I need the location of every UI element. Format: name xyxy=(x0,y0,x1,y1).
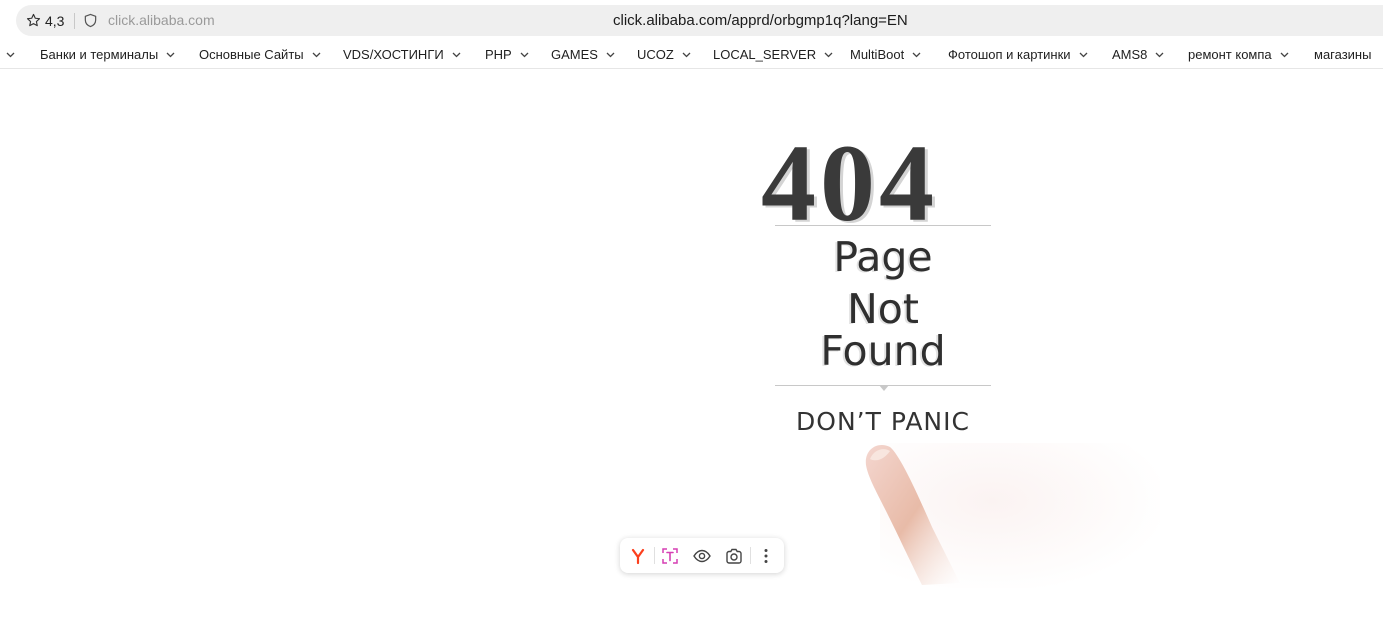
screenshot-icon[interactable] xyxy=(724,546,744,566)
bookmark-label: GAMES xyxy=(551,47,598,62)
chevron-down-icon xyxy=(452,52,461,57)
chevron-down-icon xyxy=(912,52,921,57)
bookmark-folder[interactable]: Фотошоп и картинки xyxy=(948,41,1088,68)
site-rating[interactable]: 4,3 xyxy=(26,5,64,36)
chevron-down-icon xyxy=(1280,52,1289,57)
shield-icon[interactable] xyxy=(83,13,98,28)
error-title-line-3: Found xyxy=(820,327,946,375)
rating-value: 4,3 xyxy=(45,12,65,29)
bookmark-folder[interactable]: магазины xyxy=(1314,41,1371,68)
chevron-down-icon xyxy=(682,52,691,57)
bookmark-label: LOCAL_SERVER xyxy=(713,47,817,62)
star-icon xyxy=(26,13,41,27)
bookmark-folder[interactable]: AMS8 xyxy=(1112,41,1164,68)
chevron-down-icon xyxy=(6,52,15,57)
bookmark-folder[interactable]: Банки и терминалы xyxy=(40,41,175,68)
toolbar-divider xyxy=(654,547,655,564)
bookmark-folder[interactable]: Основные Сайты xyxy=(199,41,321,68)
bookmark-label: UCOZ xyxy=(637,47,674,62)
bookmark-label: PHP xyxy=(485,47,512,62)
chevron-down-icon xyxy=(312,52,321,57)
bookmark-label: MultiBoot xyxy=(850,47,905,62)
chevron-down-icon xyxy=(166,52,175,57)
yandex-icon[interactable] xyxy=(628,546,648,566)
bookmark-label: Основные Сайты xyxy=(199,47,304,62)
bookmark-folder[interactable]: MultiBoot xyxy=(850,41,921,68)
divider xyxy=(74,13,75,29)
bookmark-label: Фотошоп и картинки xyxy=(948,47,1071,62)
floating-toolbar xyxy=(620,538,784,573)
chevron-down-icon xyxy=(520,52,529,57)
chevron-down-icon xyxy=(1155,52,1164,57)
error-tagline: DON’T PANIC xyxy=(796,407,970,436)
bookmark-folder[interactable]: VDS/ХОСТИНГИ xyxy=(343,41,461,68)
toolbar-divider xyxy=(750,547,751,564)
divider-top xyxy=(775,225,991,226)
site-host: click.alibaba.com xyxy=(108,12,215,28)
error-title-line-2: Not xyxy=(847,285,919,333)
chevron-down-icon xyxy=(1079,52,1088,57)
bookmarks-overflow-button[interactable] xyxy=(6,41,15,68)
bookmark-label: AMS8 xyxy=(1112,47,1148,62)
chevron-down-icon xyxy=(606,52,615,57)
error-404-illustration: 404 Page Not Found DON’T PANIC xyxy=(755,125,1175,595)
eye-icon[interactable] xyxy=(692,546,712,566)
bookmark-label: Банки и терминалы xyxy=(40,47,159,62)
more-icon[interactable] xyxy=(756,546,776,566)
chevron-down-icon xyxy=(824,52,833,57)
bookmark-label: магазины xyxy=(1314,47,1372,62)
divider-notch xyxy=(879,385,889,391)
bookmark-folder[interactable]: PHP xyxy=(485,41,529,68)
error-code: 404 xyxy=(761,122,938,244)
error-title-line-1: Page xyxy=(833,233,933,281)
bookmark-folder[interactable]: ремонт компа xyxy=(1188,41,1289,68)
pointing-finger-image xyxy=(865,445,960,585)
bookmark-label: ремонт компа xyxy=(1188,47,1272,62)
bookmark-label: VDS/ХОСТИНГИ xyxy=(343,47,444,62)
bookmarks-bar: Банки и терминалы Основные Сайты VDS/ХОС… xyxy=(0,41,1383,69)
address-bar[interactable]: 4,3 click.alibaba.com click.alibaba.com/… xyxy=(16,5,1383,36)
bookmark-folder[interactable]: GAMES xyxy=(551,41,615,68)
bookmark-folder[interactable]: LOCAL_SERVER xyxy=(713,41,833,68)
url-field[interactable]: click.alibaba.com/apprd/orbgmp1q?lang=EN xyxy=(613,5,908,36)
text-recognition-icon[interactable] xyxy=(660,546,680,566)
bookmark-folder[interactable]: UCOZ xyxy=(637,41,691,68)
